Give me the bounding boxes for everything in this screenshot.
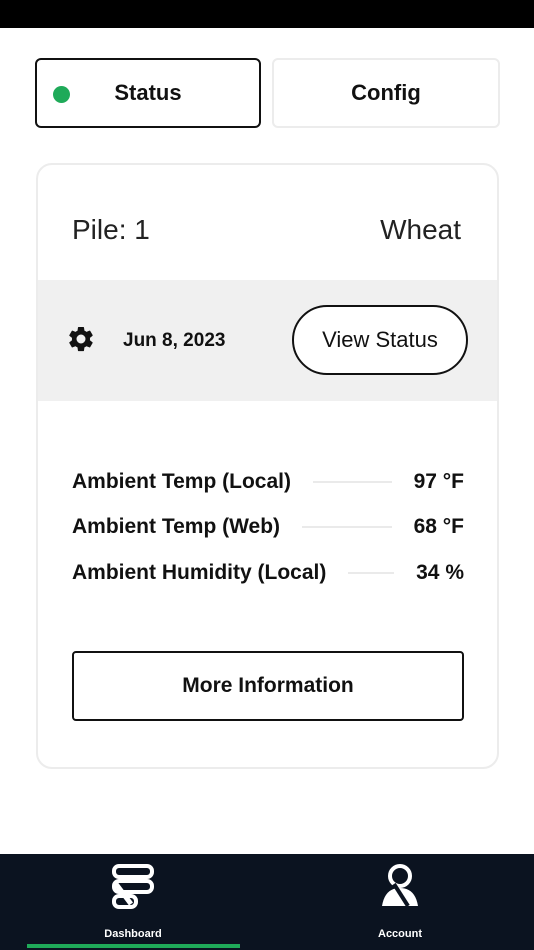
view-status-label: View Status <box>322 327 438 352</box>
nav-active-indicator <box>27 944 240 948</box>
tab-status-label: Status <box>114 80 182 105</box>
nav-label-dashboard: Dashboard <box>104 928 162 940</box>
view-status-button[interactable]: View Status <box>292 305 468 375</box>
bottom-nav: Dashboard Account <box>0 854 534 950</box>
more-information-label: More Information <box>182 674 354 697</box>
reading-row: Ambient Humidity (Local) 34 % <box>72 558 464 588</box>
more-information-button[interactable]: More Information <box>72 651 464 721</box>
tab-config-label: Config <box>351 80 421 105</box>
pile-label: Pile: 1 <box>72 214 150 245</box>
crop-label: Wheat <box>380 214 461 245</box>
reading-divider <box>302 526 392 528</box>
gear-icon[interactable] <box>66 324 96 354</box>
reading-row: Ambient Temp (Web) 68 °F <box>72 512 464 542</box>
reading-divider <box>348 572 395 574</box>
reading-value: 34 % <box>416 561 464 584</box>
nav-label-account: Account <box>378 928 422 940</box>
reading-value: 68 °F <box>413 515 464 538</box>
pile-card: Pile: 1 Wheat Jun 8, 2023 View Status Am… <box>36 163 499 769</box>
date-text: Jun 8, 2023 <box>123 330 226 351</box>
reading-row: Ambient Temp (Local) 97 °F <box>72 467 464 497</box>
nav-item-dashboard[interactable]: Dashboard <box>33 854 233 950</box>
reading-value: 97 °F <box>413 470 464 493</box>
tab-status[interactable]: Status <box>35 58 261 128</box>
tab-config[interactable]: Config <box>272 58 500 128</box>
reading-label: Ambient Temp (Local) <box>72 470 291 493</box>
status-indicator-dot <box>53 86 70 103</box>
reading-divider <box>312 481 392 483</box>
dashboard-icon <box>112 864 154 909</box>
nav-item-account[interactable]: Account <box>300 854 500 950</box>
date-band: Jun 8, 2023 View Status <box>38 280 497 401</box>
reading-label: Ambient Temp (Web) <box>72 515 281 538</box>
card-header: Pile: 1 Wheat <box>38 165 497 280</box>
system-status-bar <box>0 0 534 28</box>
reading-label: Ambient Humidity (Local) <box>72 561 327 584</box>
account-icon <box>382 864 418 908</box>
